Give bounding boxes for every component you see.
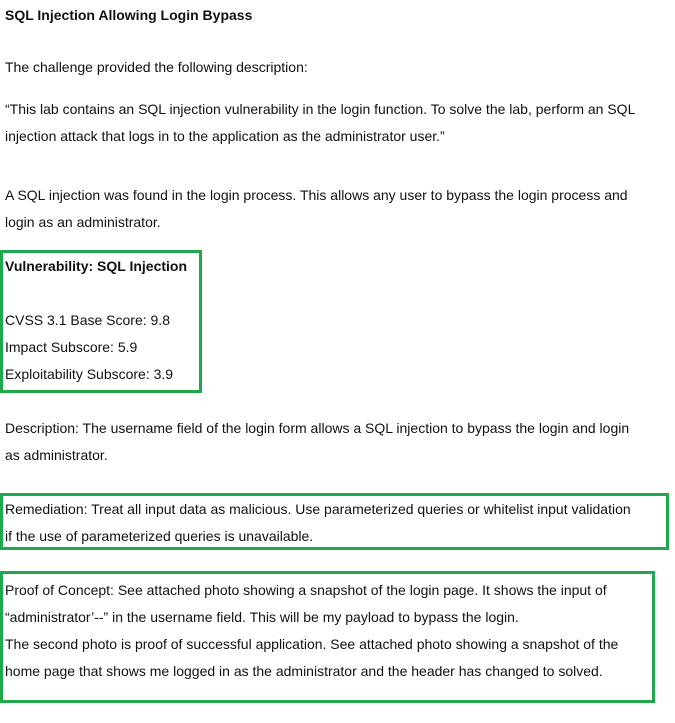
- remediation-line-2: if the use of parameterized queries is u…: [5, 528, 314, 544]
- proof-line-4: home page that shows me logged in as the…: [5, 663, 603, 679]
- finding-line-2: login as an administrator.: [5, 214, 161, 230]
- document-page: SQL Injection Allowing Login Bypass The …: [0, 0, 675, 723]
- proof-line-1: Proof of Concept: See attached photo sho…: [5, 582, 607, 598]
- quote-line-1: “This lab contains an SQL injection vuln…: [5, 101, 636, 117]
- remediation-line-1: Remediation: Treat all input data as mal…: [5, 501, 631, 517]
- description-line-1: Description: The username field of the l…: [5, 420, 630, 436]
- document-title: SQL Injection Allowing Login Bypass: [5, 7, 253, 23]
- impact-subscore: Impact Subscore: 5.9: [5, 339, 138, 355]
- proof-line-2: “administrator’--” in the username field…: [5, 609, 519, 625]
- exploitability-subscore: Exploitability Subscore: 3.9: [5, 366, 174, 382]
- proof-line-3: The second photo is proof of successful …: [5, 636, 619, 652]
- quote-line-2: injection attack that logs in to the app…: [5, 128, 445, 144]
- cvss-base-score: CVSS 3.1 Base Score: 9.8: [5, 312, 170, 328]
- vulnerability-heading: Vulnerability: SQL Injection: [5, 258, 188, 274]
- description-line-2: as administrator.: [5, 447, 108, 463]
- finding-line-1: A SQL injection was found in the login p…: [5, 187, 628, 203]
- intro-text: The challenge provided the following des…: [5, 59, 308, 75]
